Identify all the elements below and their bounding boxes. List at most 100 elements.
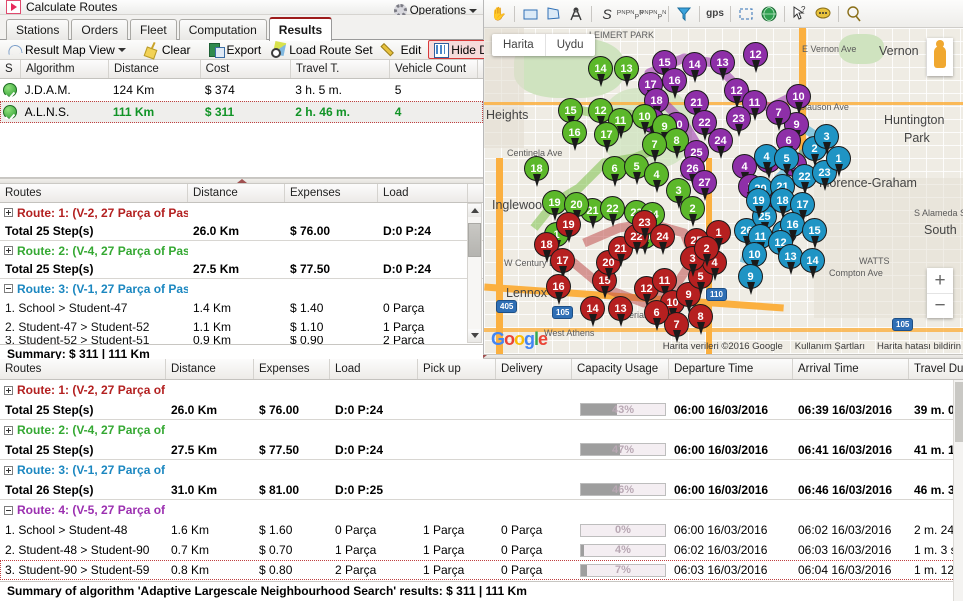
edit-button[interactable]: Edit (380, 41, 425, 58)
map-marker-pin[interactable]: 5 (774, 146, 799, 171)
table-row[interactable]: A.L.N.S. 111 Km $ 311 2 h. 46 m. 4 (0, 101, 483, 123)
expand-icon[interactable] (4, 425, 13, 435)
scrollbar-track[interactable] (468, 217, 481, 329)
table-row[interactable]: J.D.A.M. 124 Km $ 374 3 h. 5 m. 5 (0, 79, 483, 101)
col-travel-time[interactable]: Travel T. (291, 60, 391, 78)
map-marker-pin[interactable]: 16 (662, 68, 687, 93)
map-marker-pin[interactable]: 17 (550, 248, 575, 273)
detail-scrollbar[interactable] (953, 380, 963, 601)
expand-icon[interactable] (4, 465, 13, 475)
shape-s-icon[interactable]: S (597, 4, 617, 24)
map-marker-pin[interactable]: 17 (594, 122, 619, 147)
route-group-row[interactable]: Route: 4: (V-5, 27 Parça of Passenger) (0, 500, 963, 520)
route-group-row[interactable]: Route: 1: (V-2, 27 Parça of Passenger) (0, 380, 963, 400)
tab-stations[interactable]: Stations (6, 19, 70, 40)
clear-button[interactable]: Clear (141, 41, 194, 58)
map-marker-pin[interactable]: 10 (786, 84, 811, 109)
map-marker-pin[interactable]: 2 (680, 196, 705, 221)
marker-group-icon[interactable]: PNPNPN (617, 4, 644, 24)
col-arrival-time[interactable]: Arrival Time (793, 359, 909, 379)
gps-icon[interactable]: gps (705, 4, 725, 24)
map-marker-pin[interactable]: 22 (600, 196, 625, 221)
collapse-icon[interactable] (4, 284, 13, 293)
report-error-link[interactable]: Harita hatası bildirin (877, 341, 961, 352)
map-marker-pin[interactable]: 13 (778, 244, 803, 269)
route-total-row[interactable]: Total 25 Step(s) 26.0 Km $ 76.00 D:0 P:2… (0, 222, 483, 241)
magnifier-icon[interactable] (844, 4, 864, 24)
map-marker-pin[interactable]: 14 (800, 248, 825, 273)
col-routes[interactable]: Routes (0, 184, 188, 202)
route-total-row[interactable]: Total 26 Step(s) 31.0 Km $ 81.00 D:0 P:25 46… (0, 480, 963, 500)
map-marker-pin[interactable]: 14 (580, 296, 605, 321)
map-marker-pin[interactable]: 16 (562, 120, 587, 145)
collapse-icon[interactable] (4, 505, 13, 515)
route-step-row[interactable]: 1. School > Student-48 1.6 Km $ 1.60 0 Parç… (0, 520, 963, 540)
col-capacity-usage[interactable]: Capacity Usage (572, 359, 669, 379)
polygon-select-icon[interactable] (543, 4, 563, 24)
route-step-row[interactable]: 3. Student-52 > Student-51 0.9 Km $ 0.90… (0, 336, 483, 344)
col-vehicle-count[interactable]: Vehicle Count (390, 60, 478, 78)
col-load[interactable]: Load (378, 184, 468, 202)
map-marker-pin[interactable]: 13 (608, 296, 633, 321)
route-step-row[interactable]: 2. Student-48 > Student-90 0.7 Km $ 0.70 1 … (0, 540, 963, 560)
route-total-row[interactable]: Total 25 Step(s) 26.0 Km $ 76.00 D:0 P:24 43… (0, 400, 963, 420)
result-map-view-button[interactable]: Result Map View (4, 41, 129, 58)
map-marker-pin[interactable]: 7 (766, 100, 791, 125)
col-distance[interactable]: Distance (188, 184, 285, 202)
col-status[interactable]: S (0, 60, 22, 78)
route-total-row[interactable]: Total 25 Step(s) 27.5 Km $ 77.50 D:0 P:24 47… (0, 440, 963, 460)
route-group-row[interactable]: Route: 1: (V-2, 27 Parça of Passenger) (0, 203, 483, 222)
route-step-row[interactable]: 2. Student-47 > Student-52 1.1 Km $ 1.10… (0, 317, 483, 336)
map-marker-pin[interactable]: 4 (644, 162, 669, 187)
col-routes[interactable]: Routes (0, 359, 166, 379)
expand-icon[interactable] (4, 208, 13, 217)
scrollbar-thumb[interactable] (955, 382, 963, 442)
tab-computation[interactable]: Computation (178, 19, 267, 40)
map-marker-pin[interactable]: 13 (710, 50, 735, 75)
rectangle-select-icon[interactable] (520, 4, 540, 24)
marker-group-2-icon[interactable]: PNPNPN (640, 4, 667, 24)
load-route-set-button[interactable]: Load Route Set (268, 41, 375, 58)
tab-results[interactable]: Results (268, 17, 333, 41)
map-marker-pin[interactable]: 9 (738, 264, 763, 289)
filter-funnel-icon[interactable] (674, 4, 694, 24)
scroll-up-arrow-icon[interactable] (468, 204, 481, 217)
route-step-row[interactable]: 3. Student-90 > Student-59 0.8 Km $ 0.80 2 … (0, 560, 963, 580)
expand-icon[interactable] (4, 385, 13, 395)
expand-icon[interactable] (4, 246, 13, 255)
col-cost[interactable]: Cost (201, 60, 291, 78)
scroll-down-arrow-icon[interactable] (468, 329, 481, 342)
route-group-row[interactable]: Route: 3: (V-1, 27 Parça of Passenger) (0, 279, 483, 298)
map-type-harita[interactable]: Harita (492, 34, 545, 56)
compass-icon[interactable] (566, 4, 586, 24)
map-marker-pin[interactable]: 16 (546, 274, 571, 299)
map-marker-pin[interactable]: 8 (688, 304, 713, 329)
routes-tree-scrollbar[interactable] (467, 203, 482, 343)
zoom-in-button[interactable]: + (927, 268, 953, 293)
map-marker-pin[interactable]: 7 (642, 132, 667, 157)
map-marker-pin[interactable]: 24 (650, 224, 675, 249)
route-group-row[interactable]: Route: 2: (V-4, 27 Parça of Passenger) (0, 241, 483, 260)
help-pointer-icon[interactable]: ? (790, 4, 810, 24)
col-expenses[interactable]: Expenses (285, 184, 378, 202)
map-marker-pin[interactable]: 19 (556, 212, 581, 237)
map-marker-pin[interactable]: 19 (746, 188, 771, 213)
col-departure-time[interactable]: Departure Time (669, 359, 793, 379)
map-type-uydu[interactable]: Uydu (544, 34, 595, 56)
map-marker-pin[interactable]: 18 (524, 156, 549, 181)
route-total-row[interactable]: Total 25 Step(s) 27.5 Km $ 77.50 D:0 P:2… (0, 260, 483, 279)
col-expenses[interactable]: Expenses (254, 359, 330, 379)
map-marker-pin[interactable]: 27 (692, 170, 717, 195)
col-algorithm[interactable]: Algorithm (21, 60, 109, 78)
map-marker-pin[interactable]: 23 (726, 106, 751, 131)
map-marker-pin[interactable]: 15 (558, 98, 583, 123)
zoom-out-button[interactable]: − (927, 293, 953, 318)
export-button[interactable]: Export (206, 41, 265, 58)
scrollbar-thumb[interactable] (468, 223, 481, 257)
pegman-streetview-control[interactable] (927, 38, 953, 76)
map-marker-pin[interactable]: 24 (708, 128, 733, 153)
terms-link[interactable]: Kullanım Şartları (795, 341, 865, 352)
map-marker-pin[interactable]: 2 (694, 236, 719, 261)
comment-icon[interactable] (813, 4, 833, 24)
tab-fleet[interactable]: Fleet (130, 19, 177, 40)
